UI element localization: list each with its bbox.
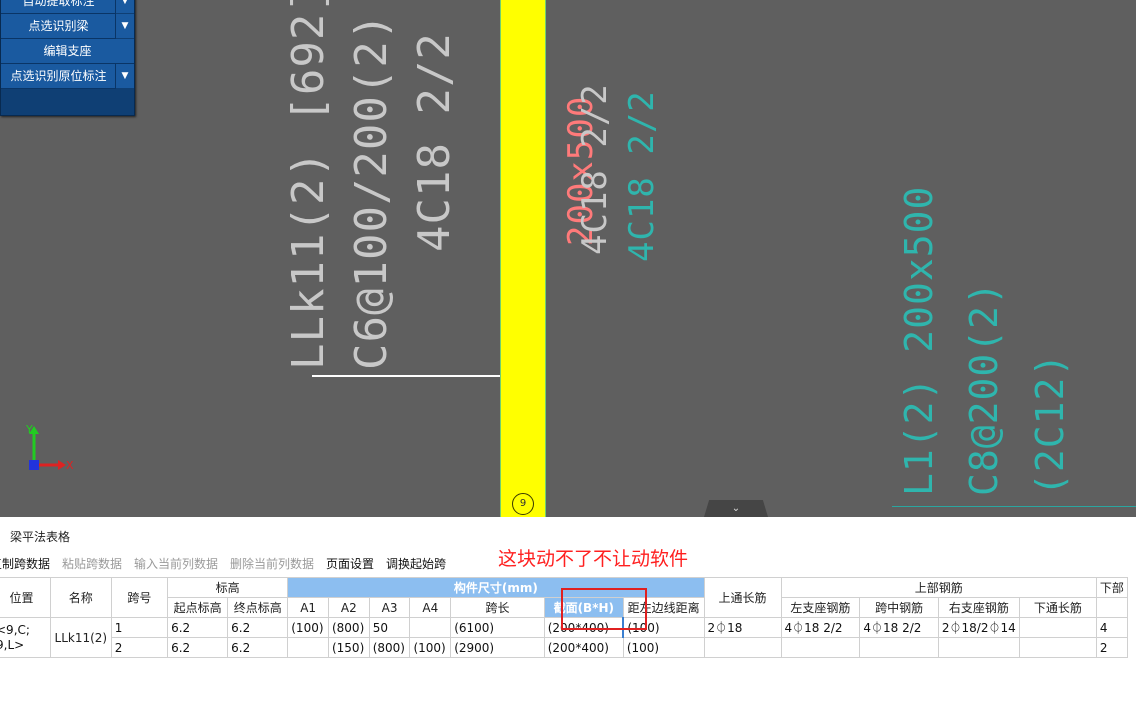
cell-start-elevation[interactable]: 6.2 [167, 637, 229, 658]
cell-span[interactable]: 2 [110, 637, 169, 658]
cell-right-support-rebar[interactable] [937, 637, 1020, 658]
dropdown-arrow-icon[interactable]: ▼ [115, 0, 134, 13]
cell-mid-span-rebar[interactable]: 4⏀18 2/2 [859, 617, 939, 638]
dropdown-arrow-icon[interactable]: ▼ [115, 14, 134, 38]
coordinate-axis-icon: Y X [25, 424, 74, 472]
header-left-support-rebar[interactable]: 左支座钢筋 [780, 597, 861, 618]
header-bottom-through-bar[interactable]: 下通长筋 [1018, 597, 1097, 618]
cell-start-elevation[interactable]: 6.2 [167, 617, 229, 638]
header-top-through-bar[interactable]: 上通长筋 [703, 577, 782, 618]
panel-title: 梁平法表格 [10, 530, 71, 544]
beam-l1-rebar[interactable]: (2C12) [1028, 353, 1072, 496]
header-a1[interactable]: A1 [287, 597, 329, 618]
edit-support-button[interactable]: 编辑支座 [1, 39, 134, 64]
beam-outline [892, 506, 1136, 507]
page-setup-button[interactable]: 页面设置 [326, 555, 374, 572]
cell-span[interactable]: 1 [110, 617, 169, 638]
cell-span-length[interactable]: (6100) [450, 617, 545, 638]
cell-a3[interactable]: 50 [368, 617, 411, 638]
copy-span-data-button[interactable]: 复制跨数据 [0, 555, 50, 572]
cell-left-edge-distance[interactable]: (100) [622, 637, 705, 658]
beam-table-panel: 梁平法表格 这块动不了不让动软件 复制跨数据 粘贴跨数据 输入当前列数据 删除当… [0, 517, 1136, 709]
cell-left-support-rebar[interactable]: 4⏀18 2/2 [780, 617, 861, 638]
auto-extract-label-button[interactable]: 自动提取标注 [1, 0, 116, 14]
edit-support-label: 编辑支座 [43, 44, 92, 58]
user-annotation: 这块动不了不让动软件 [498, 548, 689, 570]
pick-identify-in-situ-label: 点选识别原位标注 [10, 69, 107, 83]
collapse-panel-button[interactable]: ⌄ [704, 500, 768, 517]
cell-a4[interactable]: (100) [409, 637, 452, 658]
header-span[interactable]: 跨号 [110, 577, 169, 618]
cell-end-elevation[interactable]: 6.2 [227, 617, 289, 638]
cell-right-support-rebar[interactable]: 2⏀18/2⏀14 [937, 617, 1020, 638]
beam-l1-label[interactable]: L1(2) 200x500 [897, 186, 941, 496]
header-a2[interactable]: A2 [327, 597, 370, 618]
paste-span-data-button[interactable]: 粘贴跨数据 [62, 555, 122, 572]
header-cell-tail[interactable] [1095, 597, 1129, 618]
stirrup-text[interactable]: C6@100/200(2) 20 [346, 0, 397, 370]
cell-end-elevation[interactable]: 6.2 [227, 637, 289, 658]
cell-bottom-through-bar[interactable] [1018, 637, 1097, 658]
cell-mid-span-rebar[interactable] [859, 637, 939, 658]
header-mid-span-rebar[interactable]: 跨中钢筋 [859, 597, 939, 618]
cell-a2[interactable]: (800) [327, 617, 370, 638]
cell-top-through-bar[interactable] [703, 637, 782, 658]
chevron-down-icon: ⌄ [731, 503, 741, 514]
header-upper-rebar[interactable]: 上部钢筋 [780, 577, 1097, 598]
axis-x-label: X [66, 459, 74, 472]
header-span-length[interactable]: 跨长 [450, 597, 545, 618]
rebar-text-2[interactable]: 4C18 2/2 [575, 83, 615, 255]
dropdown-arrow-icon[interactable]: ▼ [115, 64, 134, 88]
cell-a2[interactable]: (150) [327, 637, 370, 658]
axis-y-label: Y [25, 424, 33, 436]
pick-identify-in-situ-label-button[interactable]: 点选识别原位标注 [1, 64, 116, 89]
pick-identify-beam-button[interactable]: 点选识别梁 [1, 14, 116, 39]
cell-a1[interactable] [287, 637, 329, 658]
delete-column-data-button[interactable]: 删除当前列数据 [230, 555, 314, 572]
header-start-elevation[interactable]: 起点标高 [167, 597, 229, 618]
rebar-text[interactable]: 4C18 2/2 [409, 32, 460, 252]
cell-a3[interactable]: (800) [368, 637, 411, 658]
dimension-line [312, 375, 500, 377]
cell-a4[interactable] [409, 617, 452, 638]
highlight-box [561, 588, 647, 630]
rebar-text-teal[interactable]: 4C18 2/2 [622, 90, 662, 262]
cell-name[interactable]: LLk11(2) [49, 617, 112, 658]
selected-beam[interactable] [500, 0, 546, 517]
cell-tail[interactable]: 2 [1095, 637, 1129, 658]
cell-bottom-through-bar[interactable] [1018, 617, 1097, 638]
cell-top-through-bar[interactable]: 2⏀18 [703, 617, 782, 638]
header-lower-rebar[interactable]: 下部 [1095, 577, 1129, 598]
auto-extract-label: 自动提取标注 [22, 0, 95, 8]
cell-position[interactable]: <9,C; 9,L> [0, 617, 51, 658]
cell-tail[interactable]: 4 [1095, 617, 1129, 638]
header-right-support-rebar[interactable]: 右支座钢筋 [937, 597, 1020, 618]
pick-identify-beam-label: 点选识别梁 [28, 19, 89, 33]
header-end-elevation[interactable]: 终点标高 [227, 597, 289, 618]
cell-span-length[interactable]: (2900) [450, 637, 545, 658]
beam-label-text[interactable]: LLk11(2) [692] 200 [283, 0, 334, 370]
header-elevation[interactable]: 标高 [167, 577, 289, 598]
header-a3[interactable]: A3 [368, 597, 411, 618]
cell-left-support-rebar[interactable] [780, 637, 861, 658]
cad-canvas[interactable]: 自动提取标注 ▼ 点选识别梁 ▼ 编辑支座 点选识别原位标注 ▼ LLk11(2… [0, 0, 1136, 517]
identify-panel: 自动提取标注 ▼ 点选识别梁 ▼ 编辑支座 点选识别原位标注 ▼ [0, 0, 135, 116]
axis-marker[interactable]: 9 [512, 493, 534, 515]
header-name[interactable]: 名称 [49, 577, 112, 618]
header-position[interactable]: 位置 [0, 577, 51, 618]
swap-start-span-button[interactable]: 调换起始跨 [386, 555, 446, 572]
beam-l1-stirrup[interactable]: C8@200(2) [962, 281, 1006, 496]
cell-section[interactable]: (200*400) [543, 637, 624, 658]
cell-a1[interactable]: (100) [287, 617, 329, 638]
input-column-data-button[interactable]: 输入当前列数据 [134, 555, 218, 572]
header-a4[interactable]: A4 [409, 597, 452, 618]
